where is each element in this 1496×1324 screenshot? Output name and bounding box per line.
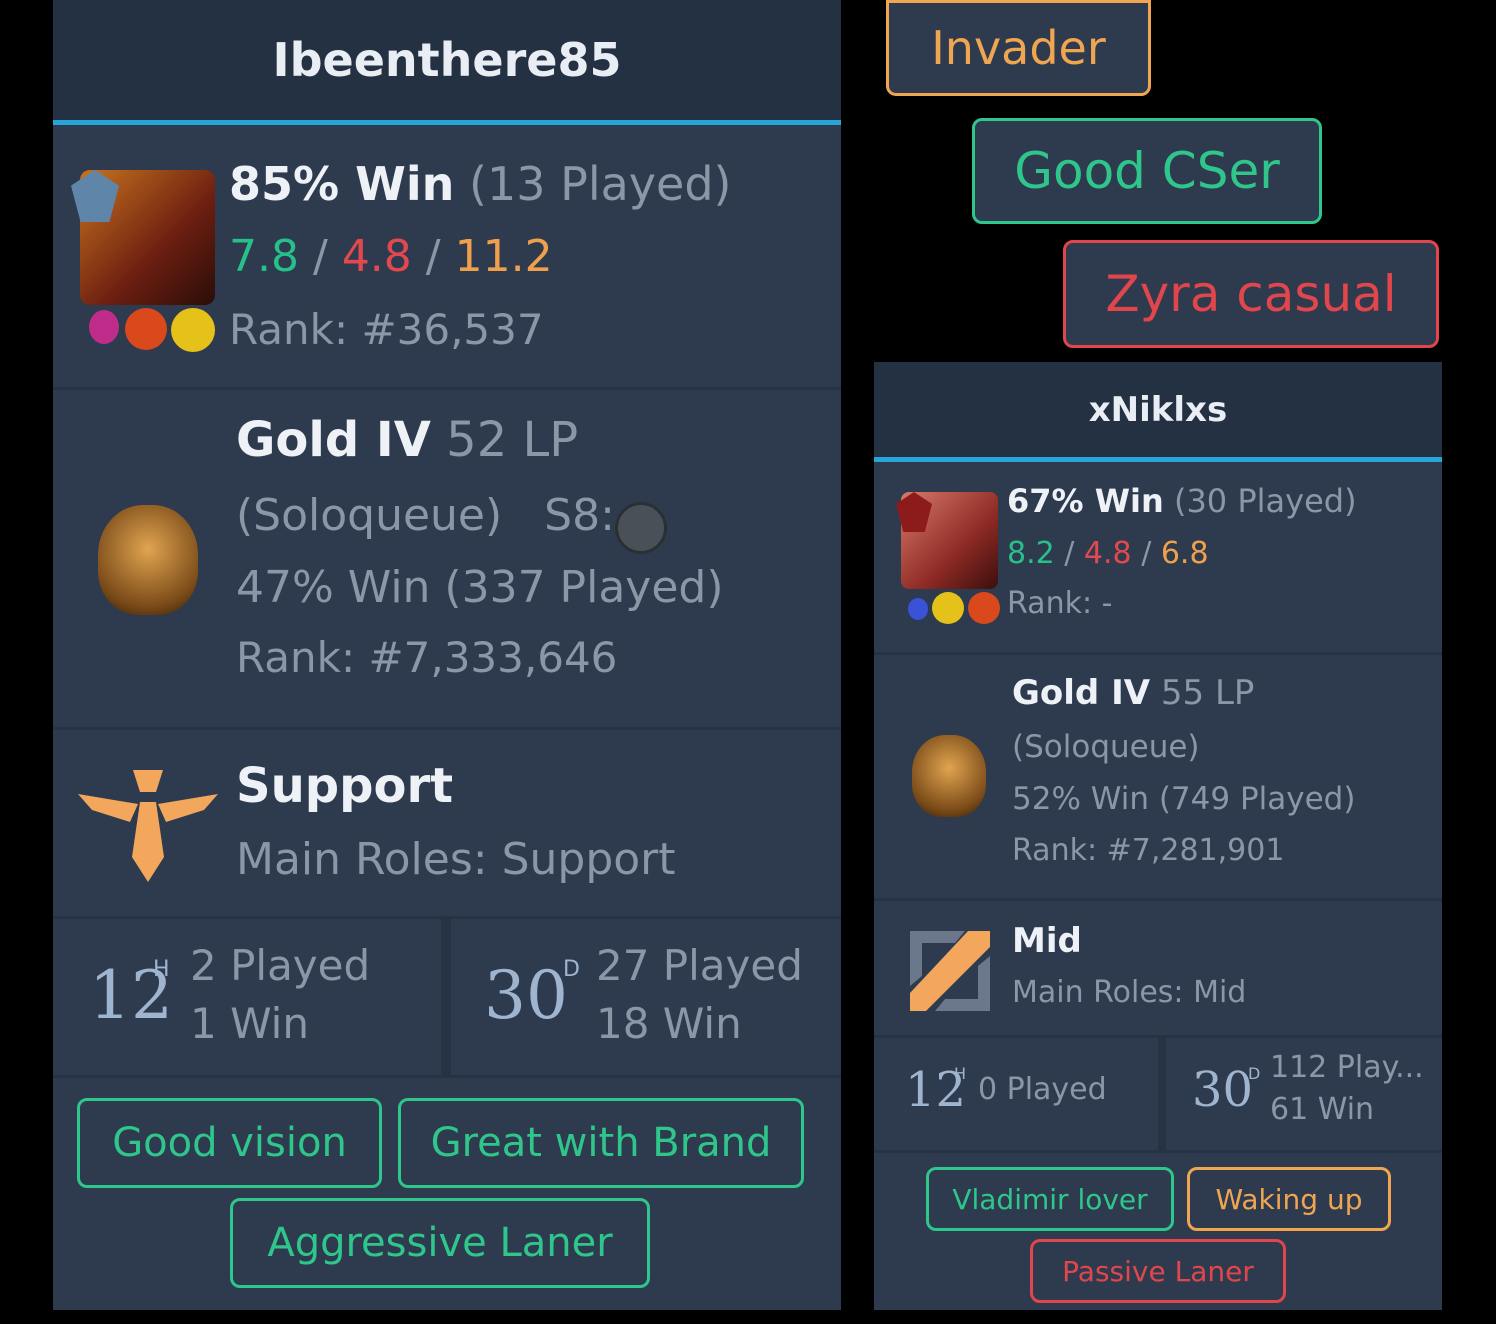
stat-days-win: 61 Win [1270, 1092, 1375, 1127]
kda-sep: / [425, 231, 441, 282]
recent-rank: Rank: #36,537 [229, 305, 544, 354]
stat-days-unit: D [563, 957, 580, 982]
role-section: Support Main Roles: Support [53, 727, 841, 916]
stat-hours-played: 0 Played [978, 1072, 1107, 1107]
stat-hours-win: 1 Win [190, 999, 309, 1048]
ranked-lp: 55 LP [1160, 673, 1255, 713]
kda-kills: 7.8 [229, 231, 299, 282]
role-main: Main Roles: Support [236, 834, 676, 885]
ranked-queue: (Soloqueue) [236, 490, 503, 541]
stats-section: 12 H 2 Played 1 Win 30 D 27 Played 18 Wi… [53, 916, 841, 1075]
recent-played: (30 Played) [1173, 482, 1357, 520]
kda-deaths: 4.8 [1083, 536, 1132, 571]
stat-days-unit: D [1248, 1064, 1261, 1083]
stat-hours-played: 2 Played [190, 941, 371, 990]
player-name[interactable]: Ibeenthere85 [272, 33, 621, 87]
tag-passive-laner[interactable]: Passive Laner [1030, 1239, 1286, 1303]
stat-days-played: 27 Played [596, 941, 803, 990]
kda-kills: 8.2 [1007, 536, 1055, 571]
tags-section: Vladimir lover Waking up Passive Laner [874, 1150, 1442, 1313]
tags-section: Good vision Great with Brand Aggressive … [53, 1075, 841, 1308]
role-title: Support [236, 758, 454, 814]
recent-winrate: 85% Win [229, 157, 455, 211]
ranked-rank: Rank: #7,281,901 [1012, 833, 1285, 868]
kda-sep: / [312, 231, 328, 282]
helmet-emblem-icon [912, 735, 986, 817]
player-card-right: xNiklxs 67% Win (30 Played) 8.2 / 4.8 / … [874, 362, 1442, 1310]
tag-aggressive-laner[interactable]: Aggressive Laner [230, 1198, 650, 1288]
tag-zyra-casual[interactable]: Zyra casual [1063, 240, 1439, 348]
recent-rank: Rank: - [1007, 586, 1113, 621]
ranked-queue: (Soloqueue) [1012, 729, 1200, 765]
recent-performance: 67% Win (30 Played) 8.2 / 4.8 / 6.8 Rank… [874, 462, 1442, 652]
kda-sep: / [1141, 536, 1152, 571]
ranked-rank: Rank: #7,333,646 [236, 633, 618, 682]
stat-hours-unit: H [954, 1064, 967, 1083]
kda-assists: 11.2 [454, 231, 553, 282]
kda-sep: / [1064, 536, 1075, 571]
stat-days-number: 30 [1192, 1062, 1254, 1118]
ghost-spell-icon [932, 592, 964, 624]
recent-winrate: 67% Win [1007, 482, 1164, 520]
recent-performance: 85% Win (13 Played) 7.8 / 4.8 / 11.2 Ran… [53, 125, 841, 387]
player-name-header: xNiklxs [874, 362, 1442, 462]
ranked-lp: 52 LP [446, 412, 579, 468]
tag-waking-up[interactable]: Waking up [1187, 1167, 1391, 1231]
stat-days-played: 112 Play... [1270, 1050, 1424, 1085]
ignite-spell-icon [968, 592, 1000, 624]
ranked-section: Gold IV 55 LP (Soloqueue) 52% Win (749 P… [874, 652, 1442, 898]
ranked-tier: Gold IV [236, 412, 431, 468]
season-rank-icon [615, 502, 667, 554]
stat-hours-unit: H [153, 957, 170, 982]
ghost-spell-icon [171, 308, 215, 352]
mid-role-icon [910, 931, 990, 1011]
ranked-winrate: 52% Win (749 Played) [1012, 781, 1356, 817]
tag-good-cser[interactable]: Good CSer [972, 118, 1322, 224]
role-main: Main Roles: Mid [1012, 975, 1247, 1010]
tag-great-with-brand[interactable]: Great with Brand [398, 1098, 804, 1188]
helmet-emblem-icon [98, 505, 198, 615]
support-role-icon [78, 770, 218, 882]
tag-good-vision[interactable]: Good vision [77, 1098, 382, 1188]
stat-days-number: 30 [484, 957, 568, 1034]
recent-played: (13 Played) [469, 157, 732, 211]
kda-deaths: 4.8 [341, 231, 412, 282]
ignite-spell-icon [125, 308, 167, 350]
ranked-tier: Gold IV [1012, 673, 1151, 713]
player-card-left: Ibeenthere85 85% Win (13 Played) 7.8 / 4… [53, 0, 841, 1310]
ranked-winrate: 47% Win (337 Played) [236, 562, 724, 613]
keystone-rune-icon [908, 598, 928, 620]
season-label: S8: [544, 490, 615, 541]
role-title: Mid [1012, 921, 1082, 961]
player-name-header: Ibeenthere85 [53, 0, 841, 125]
tag-invader[interactable]: Invader [886, 0, 1151, 96]
role-section: Mid Main Roles: Mid [874, 898, 1442, 1035]
stat-divider [441, 919, 451, 1075]
player-name[interactable]: xNiklxs [1089, 390, 1227, 430]
keystone-rune-icon [89, 310, 119, 344]
stat-days-win: 18 Win [596, 999, 742, 1048]
kda-assists: 6.8 [1160, 536, 1209, 571]
stat-divider [1158, 1038, 1166, 1150]
tag-vladimir-lover[interactable]: Vladimir lover [926, 1167, 1174, 1231]
stats-section: 12 H 0 Played 30 D 112 Play... 61 Win [874, 1035, 1442, 1150]
ranked-section: Gold IV 52 LP (Soloqueue) S8: 47% Win (3… [53, 387, 841, 727]
